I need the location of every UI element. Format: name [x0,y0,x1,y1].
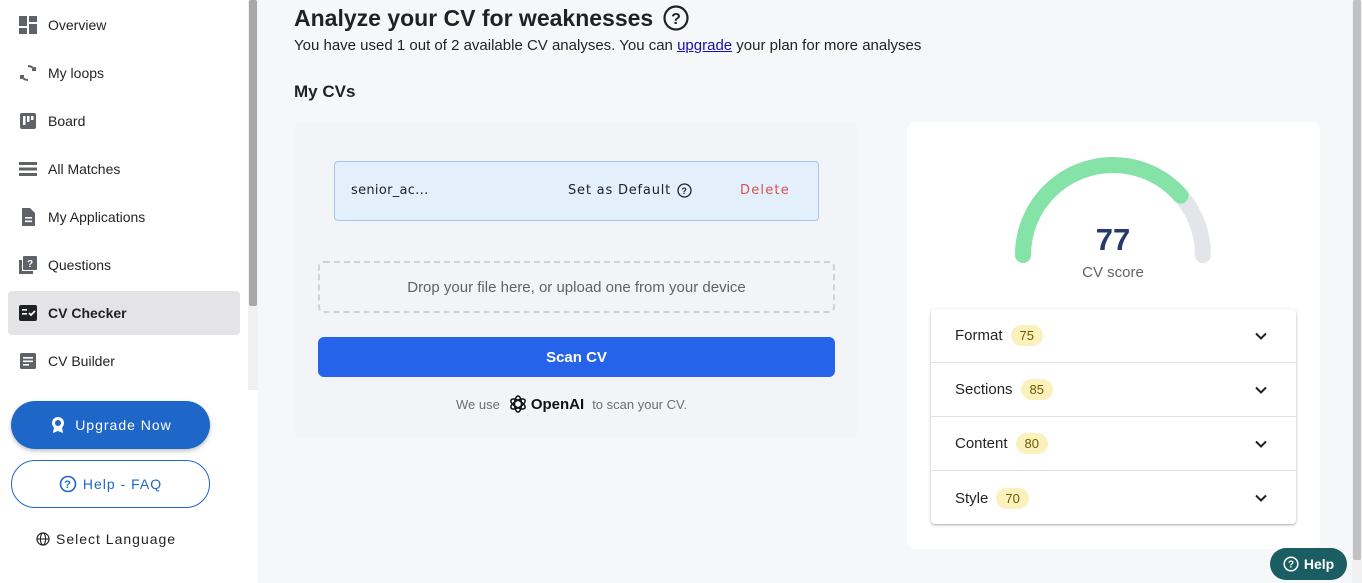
breakdown-row-sections[interactable]: Sections 85 [931,363,1296,417]
sidebar-item-label: Questions [48,257,112,273]
cv-score-value: 77 [1095,222,1131,257]
page-scrollbar[interactable] [1352,0,1362,583]
breakdown-label: Sections [955,381,1013,398]
help-circle-icon: ? [1283,556,1299,572]
list-icon [18,159,38,179]
sidebar: Overview My loops Board All Matches My A… [0,0,258,583]
sidebar-item-board[interactable]: Board [8,99,240,143]
score-badge: 80 [1015,433,1049,454]
score-badge: 85 [1020,379,1054,400]
document-icon [18,207,38,227]
openai-note: We use OpenAI to scan your CV. [456,392,687,416]
sidebar-item-all-matches[interactable]: All Matches [8,147,240,191]
help-faq-button[interactable]: ? Help - FAQ [11,460,210,508]
scan-cv-button[interactable]: Scan CV [318,337,835,377]
chevron-down-icon [1255,440,1267,448]
svg-text:?: ? [671,11,681,28]
chevron-down-icon [1255,386,1267,394]
badge-icon [52,417,65,433]
openai-icon [509,395,526,413]
sidebar-item-label: My loops [48,65,105,81]
breakdown-row-content[interactable]: Content 80 [931,417,1296,471]
select-language[interactable]: Select Language [36,528,176,550]
sidebar-item-my-loops[interactable]: My loops [8,51,240,95]
sidebar-item-my-applications[interactable]: My Applications [8,195,240,239]
svg-text:?: ? [1288,560,1294,571]
cv-score-label: CV score [1082,264,1144,281]
set-default-label: Set as Default [568,183,672,198]
subtitle-suffix: your plan for more analyses [732,37,922,54]
section-title: My CVs [294,82,356,101]
openai-logo: OpenAI [508,394,584,414]
sidebar-item-overview[interactable]: Overview [8,3,240,47]
cv-file-name: senior_ac... [351,183,429,198]
page-scrollbar-thumb[interactable] [1353,0,1361,560]
board-icon [18,111,38,131]
chevron-down-icon [1255,494,1267,502]
sidebar-item-label: All Matches [48,161,121,177]
globe-icon [36,532,50,546]
breakdown-label: Content [955,435,1008,452]
subtitle-prefix: You have used 1 out of 2 available CV an… [294,37,678,54]
question-icon: ? [18,255,38,275]
breakdown-row-style[interactable]: Style 70 [931,471,1296,525]
set-default-button[interactable]: Set as Default ? [568,183,692,198]
svg-text:?: ? [27,259,33,270]
openai-brand-text: OpenAI [530,395,585,413]
form-icon [18,351,38,371]
sidebar-scrollbar-thumb[interactable] [249,0,257,306]
chevron-down-icon [1255,332,1267,340]
sidebar-item-cv-builder[interactable]: CV Builder [8,339,240,383]
score-badge: 70 [996,487,1029,509]
file-dropzone[interactable]: Drop your file here, or upload one from … [318,261,835,313]
sidebar-item-label: Board [48,113,86,129]
help-chat-button[interactable]: ? Help [1270,548,1347,580]
cv-item[interactable]: senior_ac... Set as Default ? Delete [334,161,819,221]
page-subtitle: You have used 1 out of 2 available CV an… [294,37,921,54]
select-language-label: Select Language [56,531,177,547]
note-suffix: to scan your CV. [592,396,688,412]
sidebar-item-questions[interactable]: ? Questions [8,243,240,287]
sidebar-item-label: CV Checker [48,305,127,321]
page-title: Analyze your CV for weaknesses ? [294,3,689,33]
sidebar-item-label: CV Builder [48,353,115,369]
svg-text:?: ? [681,186,687,196]
dashboard-icon [18,15,38,35]
sidebar-item-label: Overview [48,17,107,33]
delete-button[interactable]: Delete [740,183,790,198]
sidebar-item-label: My Applications [48,209,146,225]
score-breakdown: Format 75 Sections 85 Content 80 Style 7… [931,309,1296,524]
breakdown-label: Style [955,489,989,507]
note-prefix: We use [456,396,500,412]
help-chat-label: Help [1303,556,1335,572]
svg-text:?: ? [64,479,72,491]
upgrade-now-label: Upgrade Now [75,417,172,433]
help-circle-icon: ? [59,475,77,493]
score-badge: 75 [1010,325,1043,346]
checklist-icon [18,303,38,323]
upgrade-link[interactable]: upgrade [677,37,732,54]
breakdown-row-format[interactable]: Format 75 [931,309,1296,363]
sidebar-item-cv-checker[interactable]: CV Checker [8,291,240,335]
loop-icon [18,63,38,83]
help-faq-label: Help - FAQ [82,476,163,492]
help-circle-icon[interactable]: ? [663,5,689,31]
page-title-text: Analyze your CV for weaknesses [294,4,654,31]
help-circle-icon: ? [677,183,692,198]
upgrade-now-button[interactable]: Upgrade Now [11,401,210,449]
breakdown-label: Format [955,327,1003,344]
